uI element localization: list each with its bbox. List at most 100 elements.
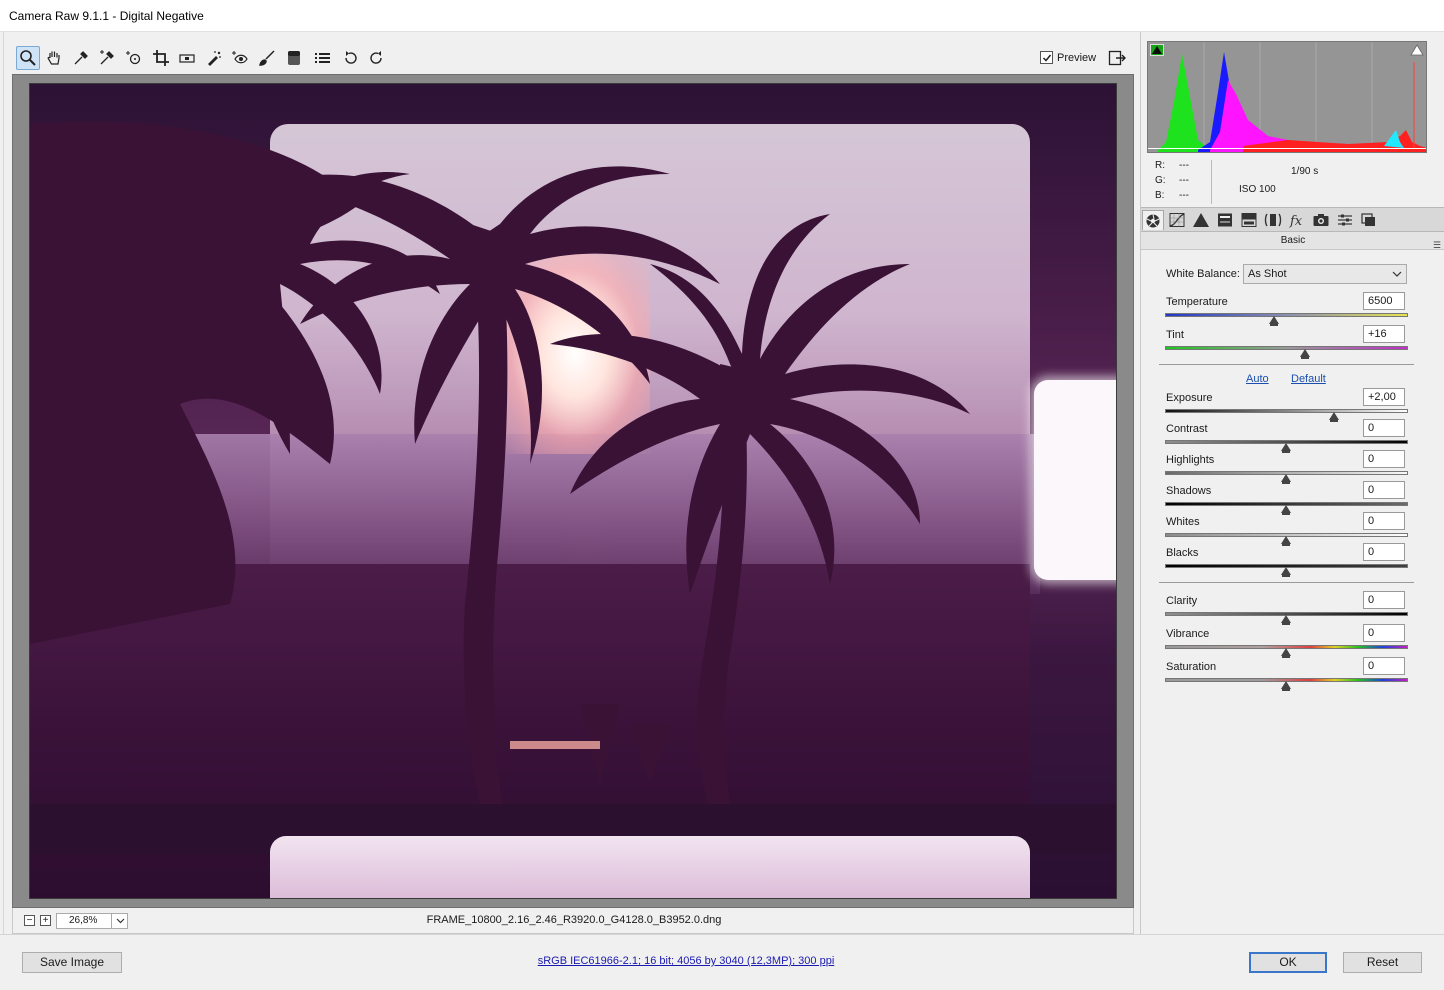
window-title: Camera Raw 9.1.1 - Digital Negative [9,9,204,23]
r-label: R: [1155,160,1165,171]
default-link[interactable]: Default [1291,373,1326,385]
aperture-icon [1146,213,1160,227]
temperature-slider-thumb[interactable] [1269,316,1279,326]
color-sampler-tool-button[interactable] [95,46,119,70]
rotate-ccw-tool-button[interactable] [339,46,363,70]
fullscreen-button[interactable] [1106,47,1128,69]
magnifier-icon [20,50,36,66]
photo-preview[interactable] [29,83,1117,899]
temperature-slider-track[interactable] [1165,313,1408,317]
targeted-adjustment-tool-button[interactable] [122,46,146,70]
reset-button[interactable]: Reset [1343,952,1422,973]
straighten-tool-button[interactable] [175,46,199,70]
presets-icon [1338,214,1352,226]
image-preview-area[interactable] [12,74,1134,908]
saturation-slider-thumb[interactable] [1281,681,1291,691]
shadow-clipping-warning[interactable] [1150,44,1164,56]
tab-split-toning[interactable] [1238,210,1260,230]
exposure-label: Exposure [1166,392,1213,404]
blacks-label: Blacks [1166,547,1199,559]
g-value: --- [1179,175,1189,186]
tint-input[interactable]: +16 [1363,325,1405,343]
vibrance-input[interactable]: 0 [1363,624,1405,642]
workflow-options-link[interactable]: sRGB IEC61966-2.1; 16 bit; 4056 by 3040 … [0,955,1372,967]
rotate-cw-icon [370,51,382,64]
rotate-ccw-icon [345,51,357,64]
whites-slider-thumb[interactable] [1281,536,1291,546]
gradient-icon [288,51,300,65]
level-icon [179,54,195,63]
tab-camera-calibration[interactable] [1310,210,1332,230]
tab-snapshots[interactable] [1358,210,1380,230]
red-eye-tool-button[interactable] [228,46,252,70]
highlights-slider-thumb[interactable] [1281,474,1291,484]
r-value: --- [1179,160,1189,171]
spot-removal-icon [208,51,221,66]
spot-removal-tool-button[interactable] [202,46,226,70]
tab-detail[interactable] [1190,210,1212,230]
checkmark-icon [1042,54,1051,62]
auto-link[interactable]: Auto [1246,373,1269,385]
clarity-input[interactable]: 0 [1363,591,1405,609]
highlight-clipping-warning[interactable] [1410,44,1424,56]
vibrance-slider-thumb[interactable] [1281,648,1291,658]
camera-icon [1313,214,1329,226]
preferences-tool-button[interactable] [310,46,334,70]
temperature-input[interactable]: 6500 [1363,292,1405,310]
histogram-graph [1148,42,1426,152]
split-tone-icon [1241,213,1257,227]
snapshots-icon [1361,213,1375,226]
tab-tone-curve[interactable] [1166,210,1188,230]
shadows-slider-thumb[interactable] [1281,505,1291,515]
panel-menu-icon[interactable]: ☰ [1433,236,1441,254]
preview-checkbox[interactable] [1040,51,1053,64]
contrast-input[interactable]: 0 [1363,419,1405,437]
blacks-input[interactable]: 0 [1363,543,1405,561]
tab-presets[interactable] [1334,210,1356,230]
crop-tool-button[interactable] [149,46,173,70]
chevron-down-icon [1392,265,1402,289]
clarity-slider-thumb[interactable] [1281,615,1291,625]
shadows-input[interactable]: 0 [1363,481,1405,499]
ok-button[interactable]: OK [1249,952,1327,973]
adjustment-brush-tool-button[interactable] [255,46,279,70]
list-icon [315,53,330,63]
preview-label: Preview [1057,51,1097,64]
svg-text:fx: fx [1289,214,1303,228]
graduated-filter-tool-button[interactable] [282,46,306,70]
white-balance-label: White Balance: [1166,268,1240,280]
white-balance-select[interactable]: As Shot [1243,264,1407,284]
tab-lens-corrections[interactable] [1262,210,1284,230]
adjustment-panel: R: --- G: --- B: --- 1/90 s ISO 100 fx B… [1140,32,1444,934]
tab-effects[interactable]: fx [1286,210,1308,230]
tint-slider-thumb[interactable] [1300,349,1310,359]
hsl-icon [1218,213,1232,227]
blacks-slider-thumb[interactable] [1281,567,1291,577]
contrast-slider-thumb[interactable] [1281,443,1291,453]
zoom-tool-button[interactable] [16,46,40,70]
tab-basic[interactable] [1142,210,1164,230]
lens-icon [1264,213,1282,227]
histogram [1147,41,1427,153]
rotate-cw-tool-button[interactable] [364,46,388,70]
white-balance-tool-button[interactable] [69,46,93,70]
b-label: B: [1155,190,1165,201]
tint-slider-track[interactable] [1165,346,1408,350]
mountain-icon [1193,213,1209,227]
exposure-slider-thumb[interactable] [1329,412,1339,422]
hand-tool-button[interactable] [42,46,66,70]
footer-bar: Save Image sRGB IEC61966-2.1; 16 bit; 40… [0,934,1444,990]
saturation-input[interactable]: 0 [1363,657,1405,675]
exposure-slider-track[interactable] [1165,409,1408,413]
exposure-input[interactable]: +2,00 [1363,388,1405,406]
file-name: FRAME_10800_2.16_2.46_R3920.0_G4128.0_B3… [426,914,722,926]
eye-icon [232,51,248,64]
whites-input[interactable]: 0 [1363,512,1405,530]
tab-hsl[interactable] [1214,210,1236,230]
brush-icon [259,50,275,66]
section-header: Basic ☰ [1141,232,1444,250]
eyedropper-icon [74,51,88,65]
triangle-up-icon [1410,44,1424,56]
highlights-input[interactable]: 0 [1363,450,1405,468]
preview-toggle[interactable]: Preview [1040,51,1096,64]
